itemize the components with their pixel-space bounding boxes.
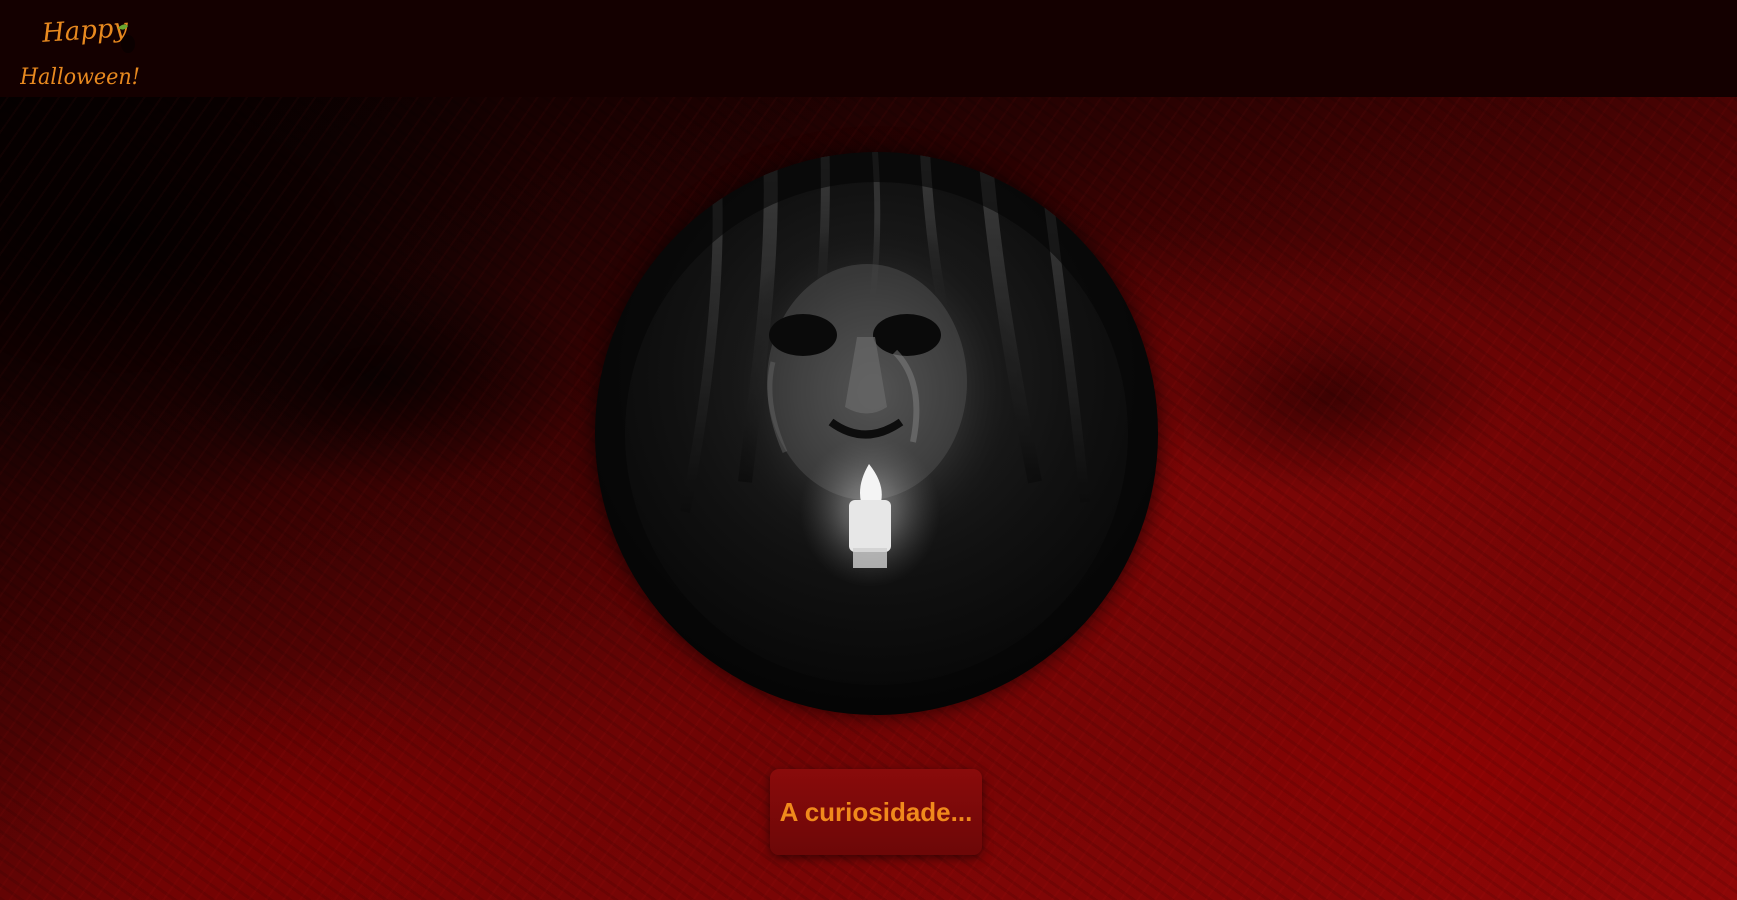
ghost-face-image (595, 152, 1158, 715)
curiosity-button[interactable]: A curiosidade... (770, 769, 982, 855)
candle-body (849, 500, 891, 552)
right-eye (873, 314, 941, 356)
black-cat-icon (121, 35, 135, 53)
logo-line-1: Happy (40, 13, 129, 49)
happy-halloween-logo: Happy Halloween! (20, 13, 140, 90)
left-eye (769, 314, 837, 356)
logo-line-2: Halloween! (20, 65, 140, 90)
top-bar: Happy Halloween! (0, 0, 1737, 97)
page: Happy Halloween! A curiosidade... (0, 0, 1737, 900)
